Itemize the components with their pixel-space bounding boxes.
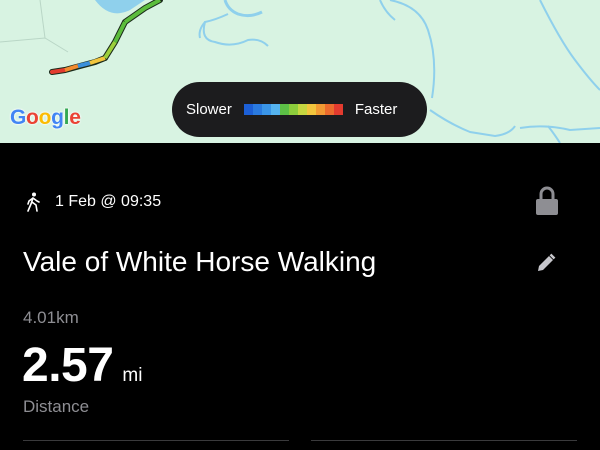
speed-color-bar xyxy=(243,104,343,115)
activity-title: Vale of White Horse Walking xyxy=(23,246,377,277)
speed-color-swatch xyxy=(333,104,343,115)
speed-color-swatch xyxy=(243,104,253,115)
speed-color-swatch xyxy=(261,104,271,115)
activity-meta: 1 Feb @ 09:35 xyxy=(24,192,161,212)
distance-label: Distance xyxy=(23,397,90,416)
speed-color-swatch xyxy=(324,104,334,115)
distance-value: 2.57 xyxy=(22,339,114,392)
speed-color-swatch xyxy=(270,104,280,115)
speed-color-swatch xyxy=(315,104,325,115)
speed-color-swatch xyxy=(306,104,316,115)
distance-stat: 2.57 mi xyxy=(22,338,142,393)
google-logo: Google xyxy=(10,106,81,129)
slower-label: Slower xyxy=(186,101,232,118)
speed-color-swatch xyxy=(297,104,307,115)
walking-person-icon xyxy=(27,192,40,212)
divider-right xyxy=(311,440,577,441)
speed-color-swatch xyxy=(288,104,298,115)
speed-legend: Slower Faster xyxy=(172,82,427,137)
divider-left xyxy=(23,440,289,441)
distance-unit: mi xyxy=(122,365,143,386)
activity-date: 1 Feb @ 09:35 xyxy=(55,193,162,210)
speed-color-swatch xyxy=(279,104,289,115)
distance-km: 4.01km xyxy=(23,308,79,327)
speed-color-swatch xyxy=(252,104,262,115)
pencil-icon[interactable] xyxy=(536,253,556,273)
lock-icon[interactable] xyxy=(535,186,559,216)
faster-label: Faster xyxy=(354,101,398,118)
route-map[interactable]: Google Slower Faster xyxy=(0,0,600,143)
